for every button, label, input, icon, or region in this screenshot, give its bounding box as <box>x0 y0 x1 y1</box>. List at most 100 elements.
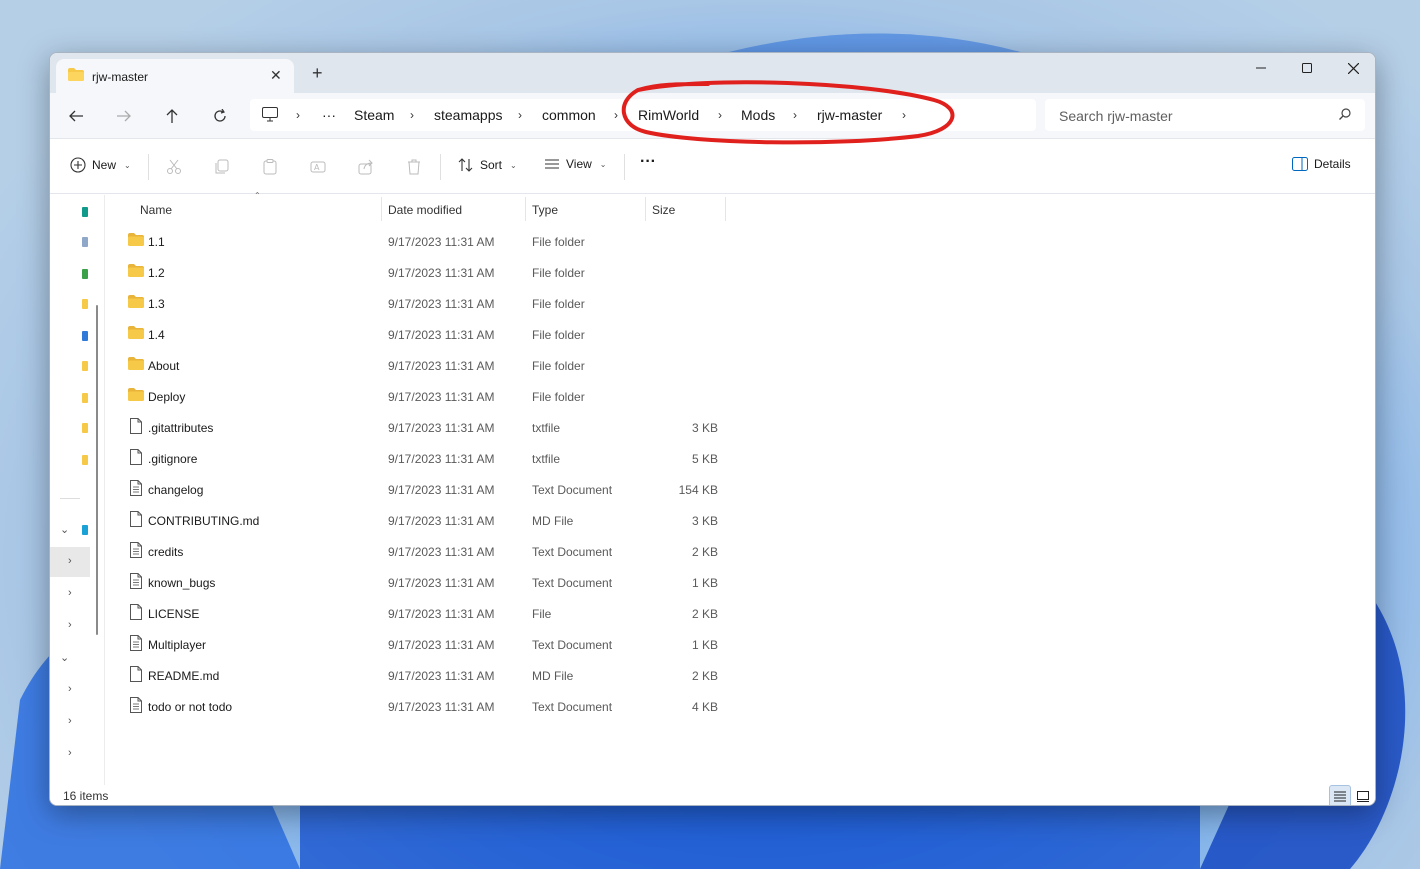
details-pane-button[interactable]: Details <box>1292 157 1351 171</box>
downloads-icon[interactable] <box>82 269 88 279</box>
nav-item-expanded[interactable]: ⌄ <box>50 643 90 673</box>
file-type: MD File <box>532 669 574 683</box>
rename-icon[interactable]: A <box>308 157 328 177</box>
file-row[interactable]: Multiplayer 9/17/2023 11:31 AM Text Docume… <box>106 628 1375 659</box>
sort-button[interactable]: Sort ⌄ <box>458 157 517 173</box>
nav-item[interactable]: › <box>50 579 90 609</box>
new-button[interactable]: New ⌄ <box>70 157 131 173</box>
file-row[interactable]: Deploy 9/17/2023 11:31 AM File folder <box>106 380 1375 411</box>
address-bar[interactable]: › ··· Steam › steamapps › common › RimWo… <box>250 99 1036 131</box>
column-divider[interactable] <box>725 197 726 221</box>
chevron-right-icon[interactable]: › <box>68 555 72 567</box>
breadcrumb-mods[interactable]: Mods <box>741 107 775 123</box>
folder-icon[interactable] <box>82 393 88 403</box>
file-row[interactable]: About 9/17/2023 11:31 AM File folder <box>106 349 1375 380</box>
folder-icon[interactable] <box>82 299 88 309</box>
nav-item[interactable]: › <box>50 611 90 641</box>
file-row[interactable]: README.md 9/17/2023 11:31 AM MD File 2 KB <box>106 659 1375 690</box>
breadcrumb-overflow-button[interactable]: ··· <box>322 107 336 123</box>
file-row[interactable]: CONTRIBUTING.md 9/17/2023 11:31 AM MD File… <box>106 504 1375 535</box>
chevron-right-icon[interactable]: › <box>68 747 72 759</box>
file-row[interactable]: known_bugs 9/17/2023 11:31 AM Text Documen… <box>106 566 1375 597</box>
nav-item[interactable]: › <box>50 675 90 705</box>
file-row[interactable]: .gitignore 9/17/2023 11:31 AM txtfile 5 KB <box>106 442 1375 473</box>
minimize-button[interactable] <box>1238 53 1284 83</box>
copy-icon[interactable] <box>212 157 232 177</box>
file-size: 154 KB <box>678 483 718 497</box>
file-size: 3 KB <box>691 421 718 435</box>
folder-icon[interactable] <box>82 361 88 371</box>
documents-icon[interactable] <box>82 331 88 341</box>
back-button[interactable] <box>64 105 88 127</box>
chevron-right-icon: › <box>718 108 722 122</box>
title-bar: rjw-master ✕ + <box>50 53 1375 93</box>
file-type: File folder <box>532 328 585 342</box>
column-header-size[interactable]: Size <box>652 195 675 221</box>
command-bar: New ⌄ A Sort ⌄ View ⌄ ··· Details <box>50 140 1375 194</box>
file-name: known_bugs <box>148 576 216 590</box>
column-divider[interactable] <box>381 197 382 221</box>
chevron-right-icon[interactable]: › <box>68 587 72 599</box>
file-type: txtfile <box>532 452 561 466</box>
breadcrumb-common[interactable]: common <box>542 107 596 123</box>
tiles-view-button[interactable] <box>1352 785 1374 805</box>
chevron-right-icon[interactable]: › <box>68 619 72 631</box>
chevron-right-icon[interactable]: › <box>68 715 72 727</box>
tab-rjw-master[interactable]: rjw-master ✕ <box>56 59 294 93</box>
cut-icon[interactable] <box>164 157 184 177</box>
folder-icon[interactable] <box>82 423 88 433</box>
file-row[interactable]: .gitattributes 9/17/2023 11:31 AM txtfile 3… <box>106 411 1375 442</box>
search-box[interactable]: Search rjw-master <box>1045 99 1365 131</box>
paste-icon[interactable] <box>260 157 280 177</box>
new-label: New <box>92 158 117 172</box>
nav-item[interactable]: › <box>50 707 90 737</box>
refresh-button[interactable] <box>208 105 232 127</box>
close-window-button[interactable] <box>1330 53 1375 83</box>
breadcrumb-rjw-master[interactable]: rjw-master <box>817 107 882 123</box>
forward-button[interactable] <box>112 105 136 127</box>
file-row[interactable]: 1.1 9/17/2023 11:31 AM File folder <box>106 225 1375 256</box>
column-divider[interactable] <box>525 197 526 221</box>
file-row[interactable]: 1.3 9/17/2023 11:31 AM File folder <box>106 287 1375 318</box>
nav-item-expanded[interactable]: ⌄ <box>50 515 90 545</box>
delete-icon[interactable] <box>404 157 424 177</box>
close-tab-icon[interactable]: ✕ <box>270 67 282 84</box>
file-row[interactable]: changelog 9/17/2023 11:31 AM Text Document… <box>106 473 1375 504</box>
breadcrumb-rimworld[interactable]: RimWorld <box>638 107 699 123</box>
column-divider[interactable] <box>645 197 646 221</box>
search-input[interactable]: Search rjw-master <box>1059 108 1173 124</box>
column-header-date[interactable]: Date modified <box>388 195 462 221</box>
chevron-down-icon[interactable]: ⌄ <box>60 651 69 664</box>
file-row[interactable]: todo or not todo 9/17/2023 11:31 AM Text D… <box>106 690 1375 721</box>
nav-item-selected[interactable]: › <box>50 547 90 577</box>
file-size: 2 KB <box>691 607 718 621</box>
folder-icon[interactable] <box>82 455 88 465</box>
file-row[interactable]: 1.2 9/17/2023 11:31 AM File folder <box>106 256 1375 287</box>
chevron-down-icon[interactable]: ⌄ <box>60 523 69 536</box>
view-button[interactable]: View ⌄ <box>544 157 607 171</box>
chevron-right-icon[interactable]: › <box>902 108 906 122</box>
nav-item[interactable]: › <box>50 739 90 769</box>
desktop-icon[interactable] <box>82 237 88 247</box>
file-size: 3 KB <box>691 514 718 528</box>
chevron-right-icon[interactable]: › <box>68 683 72 695</box>
column-header-name[interactable]: Name <box>140 195 172 221</box>
text-file-icon <box>130 573 142 592</box>
breadcrumb-steamapps[interactable]: steamapps <box>434 107 502 123</box>
file-date: 9/17/2023 11:31 AM <box>388 483 495 497</box>
details-view-button[interactable] <box>1329 785 1351 805</box>
file-row[interactable]: 1.4 9/17/2023 11:31 AM File folder <box>106 318 1375 349</box>
new-tab-button[interactable]: + <box>312 64 323 82</box>
share-icon[interactable] <box>356 157 376 177</box>
column-header-type[interactable]: Type <box>532 195 558 221</box>
nav-scrollbar[interactable] <box>96 305 98 635</box>
file-type: File folder <box>532 235 585 249</box>
more-options-button[interactable]: ··· <box>640 153 656 171</box>
file-name: Deploy <box>148 390 186 404</box>
up-button[interactable] <box>160 105 184 127</box>
maximize-button[interactable] <box>1284 53 1330 83</box>
file-row[interactable]: LICENSE 9/17/2023 11:31 AM File 2 KB <box>106 597 1375 628</box>
file-row[interactable]: credits 9/17/2023 11:31 AM Text Document 2 … <box>106 535 1375 566</box>
quick-access-icon[interactable] <box>82 207 88 217</box>
breadcrumb-steam[interactable]: Steam <box>354 107 394 123</box>
